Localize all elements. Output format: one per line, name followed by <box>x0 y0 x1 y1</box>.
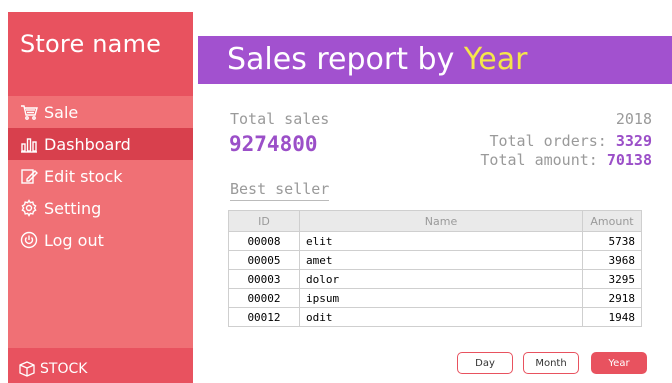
best-seller-title: Best seller <box>230 180 330 201</box>
cell-amount: 3295 <box>582 269 642 289</box>
footer-label: STOCK <box>40 361 88 377</box>
cell-id: 00012 <box>228 307 300 327</box>
sidebar-item-sale[interactable]: Sale <box>8 96 193 128</box>
footer-stock: STOCK <box>18 360 87 378</box>
cell-id: 00003 <box>228 269 300 289</box>
sidebar-item-label: Sale <box>44 102 79 122</box>
cell-amount: 2918 <box>582 288 642 308</box>
column-header: Amount <box>582 210 642 232</box>
amount-value: 70138 <box>606 151 652 169</box>
page-title: Sales report by Year <box>227 42 527 77</box>
table-row: 00003 dolor 3295 <box>228 269 642 289</box>
orders-label: Total orders: <box>489 132 607 150</box>
table-row: 00005 amet 3968 <box>228 250 642 270</box>
page-header: Sales report by Year <box>198 36 672 84</box>
table-row: 00002 ipsum 2918 <box>228 288 642 308</box>
sidebar-item-label: Edit stock <box>44 166 123 186</box>
table-row: 00012 odit 1948 <box>228 307 642 327</box>
title-prefix: Sales report by <box>227 42 464 77</box>
column-header: Name <box>299 210 583 232</box>
cell-name: odit <box>299 307 583 327</box>
store-name: Store name <box>20 30 162 58</box>
sidebar-item-dashboard[interactable]: Dashboard <box>8 128 193 160</box>
month-button[interactable]: Month <box>523 352 579 374</box>
cell-amount: 5738 <box>582 231 642 251</box>
cell-name: elit <box>299 231 583 251</box>
menu-spacer <box>8 256 193 348</box>
sidebar-item-label: Setting <box>44 198 102 218</box>
total-amount: Total amount: 70138 <box>480 151 652 169</box>
cell-amount: 1948 <box>582 307 642 327</box>
day-button[interactable]: Day <box>457 352 513 374</box>
year-button[interactable]: Year <box>591 352 647 374</box>
gear-icon <box>20 199 38 217</box>
cell-id: 00002 <box>228 288 300 308</box>
amount-label: Total amount: <box>480 151 598 169</box>
table-header-row: ID Name Amount <box>228 210 642 232</box>
sidebar-menu: Sale Dashboard Edit stock Setting Log ou… <box>8 96 193 348</box>
cell-id: 00008 <box>228 231 300 251</box>
sidebar-item-label: Dashboard <box>44 134 131 154</box>
sidebar-item-edit-stock[interactable]: Edit stock <box>8 160 193 192</box>
cart-icon <box>20 103 38 121</box>
report-year: 2018 <box>615 110 652 128</box>
sidebar: Store name Sale Dashboard Edit stock Set… <box>8 12 193 383</box>
cell-name: ipsum <box>299 288 583 308</box>
sidebar-item-label: Log out <box>44 230 104 250</box>
orders-value: 3329 <box>615 132 652 150</box>
total-orders: Total orders: 3329 <box>489 132 652 150</box>
best-seller-table: ID Name Amount 00008 elit 5738 00005 ame… <box>228 210 642 327</box>
cell-name: dolor <box>299 269 583 289</box>
power-icon <box>20 231 38 249</box>
edit-icon <box>20 167 38 185</box>
cell-amount: 3968 <box>582 250 642 270</box>
sidebar-item-log-out[interactable]: Log out <box>8 224 193 256</box>
title-highlight: Year <box>463 42 528 77</box>
table-row: 00008 elit 5738 <box>228 231 642 251</box>
total-sales-value: 9274800 <box>229 132 318 156</box>
box-icon <box>19 361 35 377</box>
total-sales-label: Total sales <box>230 110 330 128</box>
column-header: ID <box>228 210 300 232</box>
sidebar-item-setting[interactable]: Setting <box>8 192 193 224</box>
cell-id: 00005 <box>228 250 300 270</box>
cell-name: amet <box>299 250 583 270</box>
chart-icon <box>20 135 38 153</box>
